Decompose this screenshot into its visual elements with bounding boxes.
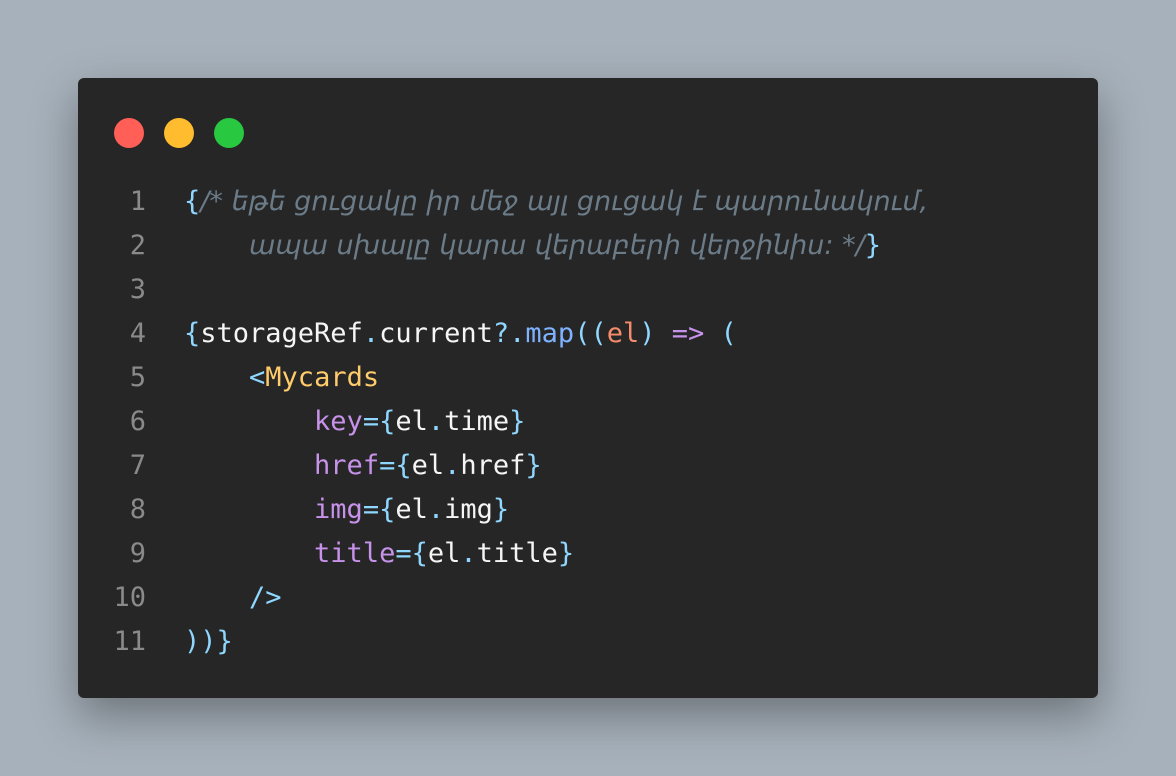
code-token-brace: . [460,538,477,569]
code-token-brace: ?. [492,318,526,349]
code-text: key={el.time} [184,400,525,444]
code-line: 4 {storageRef.current?.map((el) => ( [78,312,1098,356]
code-text: <Mycards [184,356,379,400]
code-token-attribute: title [314,538,396,569]
code-token-brace: ={ [362,494,396,525]
code-line: 10 /> [78,576,1098,620]
line-number: 6 [129,406,146,437]
minimize-dot-icon[interactable] [164,118,194,148]
code-token-plain: el [411,450,445,481]
code-token-attribute: href [314,450,380,481]
code-token-brace: { [184,318,201,349]
window-controls [114,118,264,148]
code-line: 9 title={el.title} [78,532,1098,576]
code-line: 7 href={el.href} [78,444,1098,488]
code-token-brace: { [184,186,201,217]
line-number: 3 [129,274,146,305]
code-text: href={el.href} [184,444,542,488]
code-token-brace: . [427,494,445,525]
code-token-brace: } [525,450,542,481]
code-text: /> [184,576,282,620]
code-token-function: map [525,318,575,349]
code-token-attribute: img [314,494,363,525]
code-token-plain: img [444,494,493,525]
code-token-comment: /* եթե ցուցակը իր մեջ այլ ցուցակ է պարու… [200,186,929,217]
line-number: 7 [129,450,146,481]
code-token-brace: . [427,406,445,437]
code-window: 1 {/* եթե ցուցակը իր մեջ այլ ցուցակ է պար… [78,78,1098,698]
line-number: 10 [113,582,146,613]
code-token-plain: storageRef [200,318,363,349]
line-number: 2 [129,230,146,261]
code-line: 5 <Mycards [78,356,1098,400]
code-token-brace: ( [704,318,737,349]
code-line: 8 img={el.img} [78,488,1098,532]
code-token-plain: el [395,494,428,525]
code-token-brace: } [864,230,881,261]
close-dot-icon[interactable] [114,118,144,148]
maximize-dot-icon[interactable] [214,118,244,148]
code-token-brace: ))} [184,626,233,657]
code-token-param: el [606,318,640,349]
code-token-plain: current [379,318,493,349]
code-token-brace: } [557,538,575,569]
code-token-brace: . [362,318,380,349]
code-token-brace: (( [574,318,607,349]
line-number: 4 [129,318,146,349]
code-token-plain: el [395,406,428,437]
code-text: ))} [184,620,233,664]
code-token-component: Mycards [265,362,380,393]
code-token-plain: el [427,538,461,569]
line-number: 8 [129,494,146,525]
line-number: 9 [129,538,146,569]
code-token-plain: href [460,450,526,481]
code-token-brace: /> [249,582,282,613]
code-text: img={el.img} [184,488,509,532]
line-number: 5 [129,362,146,393]
code-token-attribute: key [314,406,363,437]
code-token-brace: } [492,494,510,525]
code-text: {/* եթե ցուցակը իր մեջ այլ ցուցակ է պարո… [184,180,928,224]
code-token-comment: ապա սխալը կարա վերաբերի վերջինիս: */ [249,230,865,261]
code-line: 6 key={el.time} [78,400,1098,444]
code-token-brace: ={ [395,538,428,569]
code-line: 3 [78,268,1098,312]
code-token-brace: ) [639,318,672,349]
code-block: 1 {/* եթե ցուցակը իր մեջ այլ ցուցակ է պար… [78,180,1098,664]
code-token-operator: => [671,318,705,349]
code-line: 11))} [78,620,1098,664]
code-token-brace: ={ [379,450,412,481]
code-token-brace: . [444,450,461,481]
code-token-plain: time [444,406,510,437]
line-number: 11 [113,626,146,657]
code-token-brace: } [509,406,526,437]
code-line: 1 {/* եթե ցուցակը իր մեջ այլ ցուցակ է պար… [78,180,1098,224]
code-text: {storageRef.current?.map((el) => ( [184,312,737,356]
code-text: title={el.title} [184,532,574,576]
line-number: 1 [129,186,146,217]
code-token-brace: < [249,362,266,393]
code-token-plain: title [476,538,558,569]
code-text: ապա սխալը կարա վերաբերի վերջինիս: */} [184,224,881,268]
code-line: 2 ապա սխալը կարա վերաբերի վերջինիս: */} [78,224,1098,268]
code-token-brace: ={ [362,406,396,437]
